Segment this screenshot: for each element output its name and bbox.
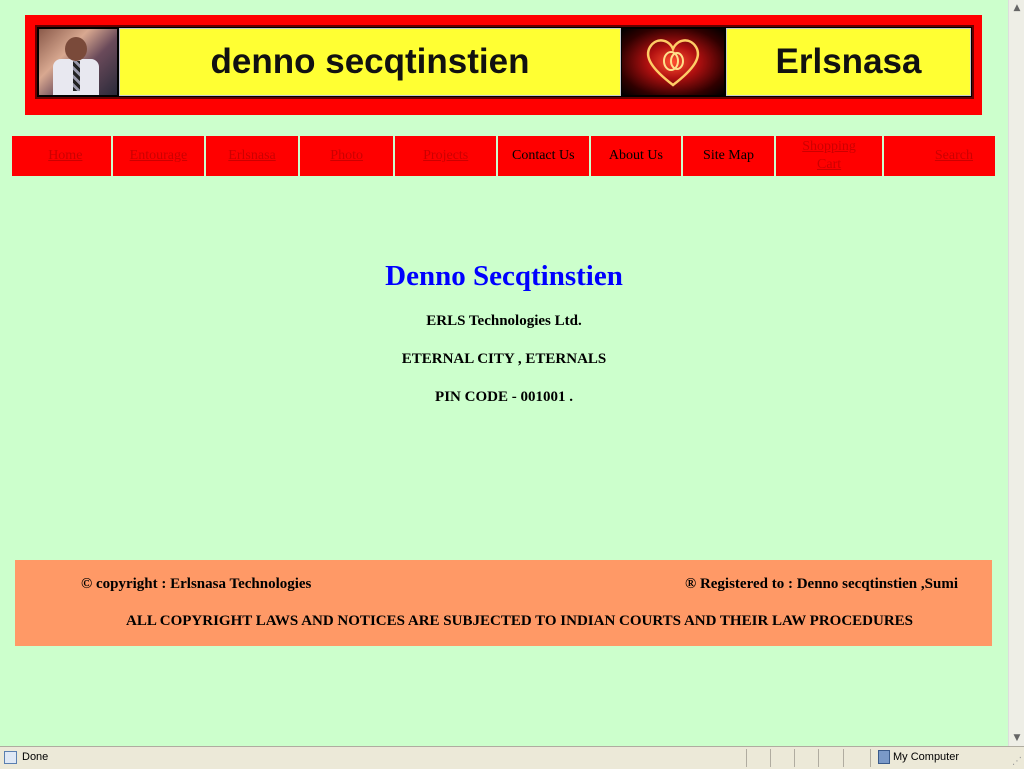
address-pincode: PIN CODE - 001001 .	[435, 389, 573, 405]
footer-registered: ® Registered to : Denno secqtinstien ,Su…	[684, 576, 958, 592]
resize-grip-icon[interactable]: ⋰	[1012, 756, 1022, 767]
status-text: Done	[22, 751, 49, 763]
page-status-icon	[4, 751, 17, 764]
main-nav: Home Entourage Erlsnasa Photo Projects C…	[12, 136, 995, 176]
nav-link-shopping-cart[interactable]: Shopping Cart	[801, 138, 857, 174]
nav-link-search[interactable]: Search	[935, 147, 973, 165]
address-company: ERLS Technologies Ltd.	[426, 313, 582, 329]
page-title: Denno Secqtinstien	[385, 260, 623, 292]
status-divider	[870, 749, 871, 767]
nav-cell-erlsnasa: Erlsnasa	[206, 136, 298, 176]
banner-title-left-text: denno secqtinstien	[210, 42, 530, 81]
nav-text-site-map[interactable]: Site Map	[703, 147, 754, 165]
nav-cell-photo: Photo	[299, 136, 394, 176]
banner-title-right-text: Erlsnasa	[775, 42, 922, 81]
banner-title-right: Erlsnasa	[726, 28, 971, 96]
nav-cell-about-us: About Us	[590, 136, 682, 176]
banner-inner: denno secqtinstien Erlsnasa	[35, 25, 974, 99]
security-zone-text: My Computer	[893, 751, 960, 763]
footer-legal-notice: ALL COPYRIGHT LAWS AND NOTICES ARE SUBJE…	[126, 613, 914, 629]
scroll-down-arrow-icon[interactable]: ▼	[1009, 730, 1024, 746]
nav-cell-site-map: Site Map	[683, 136, 774, 176]
nav-cell-contact-us: Contact Us	[497, 136, 589, 176]
browser-status-bar: Done My Computer ⋰	[0, 746, 1024, 769]
computer-zone-icon	[878, 750, 890, 764]
nav-link-home[interactable]: Home	[48, 147, 82, 165]
footer-copyright: © copyright : Erlsnasa Technologies	[81, 576, 312, 592]
status-divider	[794, 749, 795, 767]
main-content: Denno Secqtinstien ERLS Technologies Ltd…	[0, 258, 1008, 405]
nav-link-entourage[interactable]: Entourage	[130, 147, 188, 165]
footer: © copyright : Erlsnasa Technologies ® Re…	[15, 560, 992, 646]
nav-link-photo[interactable]: Photo	[330, 147, 363, 165]
status-divider	[770, 749, 771, 767]
nav-link-erlsnasa[interactable]: Erlsnasa	[228, 147, 275, 165]
nav-cell-search: Search	[884, 136, 995, 176]
status-divider	[818, 749, 819, 767]
heart-image	[622, 29, 724, 95]
header-banner: denno secqtinstien Erlsnasa	[25, 15, 982, 115]
nav-text-contact-us[interactable]: Contact Us	[512, 147, 575, 165]
scroll-up-arrow-icon[interactable]: ▲	[1009, 0, 1024, 16]
nav-cell-entourage: Entourage	[112, 136, 205, 176]
nav-text-about-us[interactable]: About Us	[609, 147, 663, 165]
status-divider	[746, 749, 747, 767]
nav-link-projects[interactable]: Projects	[423, 147, 468, 165]
nav-cell-home: Home	[12, 136, 111, 176]
profile-photo	[39, 29, 117, 95]
status-divider	[843, 749, 844, 767]
address-city: ETERNAL CITY , ETERNALS	[401, 351, 607, 367]
vertical-scrollbar[interactable]: ▲ ▼	[1008, 0, 1024, 746]
nav-cell-projects: Projects	[395, 136, 496, 176]
banner-title-left: denno secqtinstien	[119, 28, 621, 96]
nav-cell-shopping-cart: Shopping Cart	[775, 136, 883, 176]
